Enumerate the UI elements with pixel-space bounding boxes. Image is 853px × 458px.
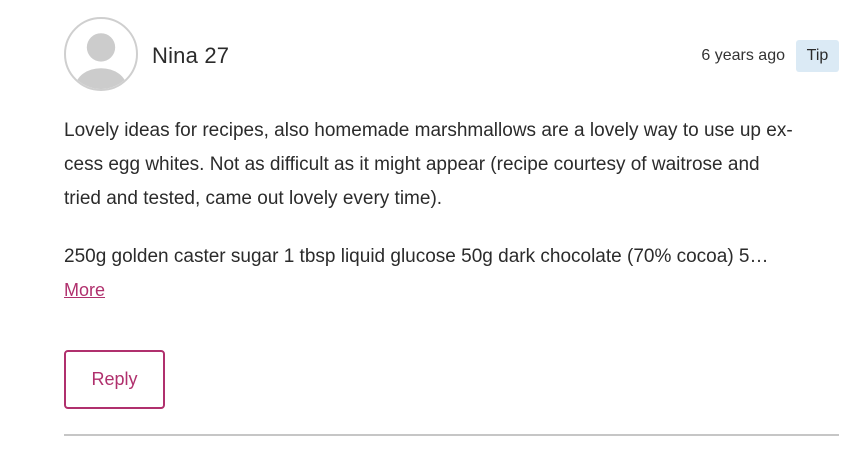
more-link[interactable]: More <box>64 276 105 304</box>
avatar <box>64 17 138 91</box>
divider <box>64 434 839 436</box>
reply-button[interactable]: Reply <box>64 350 165 409</box>
comment-body-line: cess egg whites. Not as difficult as it … <box>64 154 760 175</box>
comment-body: Lovely ideas for recipes, also homemade … <box>64 114 840 216</box>
comment-card: Nina 27 6 years ago Tip Lovely ideas for… <box>0 0 853 458</box>
comment-body-line: Lovely ideas for recipes, also homemade … <box>64 120 793 141</box>
user-silhouette-icon <box>75 33 127 89</box>
tip-badge: Tip <box>796 40 839 72</box>
recipe-preview: 250g golden caster sugar 1 tbsp liquid g… <box>64 246 769 267</box>
comment-body-line: tried and tested, came out lovely every … <box>64 188 443 209</box>
author-name: Nina 27 <box>152 43 230 68</box>
comment-timestamp: 6 years ago <box>701 47 785 64</box>
